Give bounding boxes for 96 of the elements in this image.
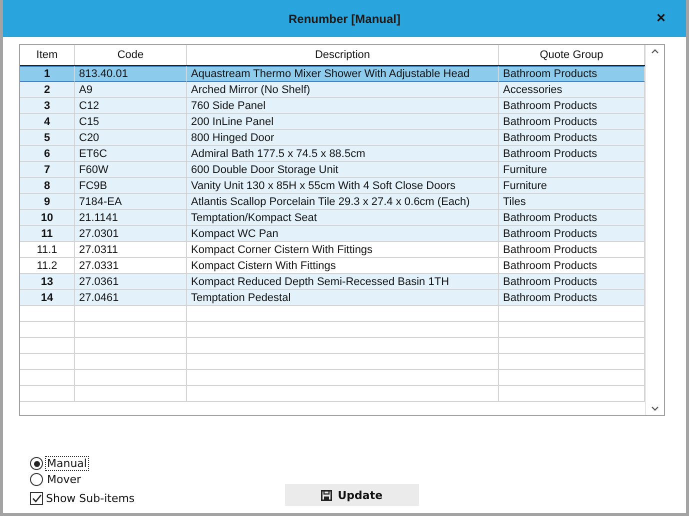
table-row[interactable]: 4 C15 200 InLine Panel Bathroom Products [20, 114, 645, 130]
table-cell: Kompact Reduced Depth Semi-Recessed Basin 1TH [187, 274, 499, 290]
table-cell: 1 [20, 66, 75, 82]
scroll-down-icon[interactable] [651, 406, 659, 411]
table-cell: 7 [20, 162, 75, 178]
table-cell: FC9B [75, 178, 187, 194]
table-row[interactable]: 6 ET6C Admiral Bath 177.5 x 74.5 x 88.5cm Bathroom Products [20, 146, 645, 162]
table-cell: 3 [20, 98, 75, 114]
table-row[interactable]: 11 27.0301 Kompact WC Pan Bathroom Products [20, 226, 645, 242]
table-cell: 7184-EA [75, 194, 187, 210]
empty-cell [20, 322, 75, 338]
update-button[interactable]: Update [284, 484, 419, 506]
checkbox[interactable] [30, 492, 43, 505]
table-cell: Kompact Corner Cistern With Fittings [187, 242, 499, 258]
table-cell: Vanity Unit 130 x 85H x 55cm With 4 Soft Close Doors [187, 178, 499, 194]
table-cell: 760 Side Panel [187, 98, 499, 114]
table-row[interactable]: 13 27.0361 Kompact Reduced Depth Semi-Recessed Basin 1TH Bathroom Products [20, 274, 645, 290]
table-cell: Bathroom Products [499, 226, 645, 242]
table-cell: 200 InLine Panel [187, 114, 499, 130]
table-cell: Admiral Bath 177.5 x 74.5 x 88.5cm [187, 146, 499, 162]
table-cell: Bathroom Products [499, 274, 645, 290]
empty-cell [20, 370, 75, 386]
table-cell: Kompact Cistern With Fittings [187, 258, 499, 274]
table-cell: Bathroom Products [499, 210, 645, 226]
table-cell: 27.0331 [75, 258, 187, 274]
table-cell: A9 [75, 82, 187, 98]
table-row[interactable]: 11.2 27.0331 Kompact Cistern With Fittings Bathroom Products [20, 258, 645, 274]
table-row[interactable]: 5 C20 800 Hinged Door Bathroom Products [20, 130, 645, 146]
table-cell: 27.0361 [75, 274, 187, 290]
table-cell: C20 [75, 130, 187, 146]
table-cell: 13 [20, 274, 75, 290]
table-cell: 10 [20, 210, 75, 226]
table-cell: 8 [20, 178, 75, 194]
table-cell: Bathroom Products [499, 290, 645, 306]
table-cell: Temptation Pedestal [187, 290, 499, 306]
table-cell: Bathroom Products [499, 66, 645, 82]
save-icon [320, 490, 332, 500]
scroll-up-icon[interactable] [651, 49, 659, 54]
table-cell: Tiles [499, 194, 645, 210]
table-row[interactable]: 11.1 27.0311 Kompact Corner Cistern With Fittings Bathroom Products [20, 242, 645, 258]
table-row[interactable]: 7 F60W 600 Double Door Storage Unit Furniture [20, 162, 645, 178]
table-row[interactable]: 1 813.40.01 Aquastream Thermo Mixer Shower With Adjustable Head Bathroom Products [20, 66, 645, 82]
table-cell: 4 [20, 114, 75, 130]
empty-cell [20, 354, 75, 370]
table-cell: Aquastream Thermo Mixer Shower With Adjustable Head [187, 66, 499, 82]
table-row[interactable]: 3 C12 760 Side Panel Bathroom Products [20, 98, 645, 114]
table-cell: Kompact WC Pan [187, 226, 499, 242]
table-cell: 6 [20, 146, 75, 162]
table-cell: C15 [75, 114, 187, 130]
table-cell: 11.1 [20, 242, 75, 258]
table-cell: Arched Mirror (No Shelf) [187, 82, 499, 98]
table-cell: 27.0461 [75, 290, 187, 306]
table-cell: Bathroom Products [499, 146, 645, 162]
table-cell: Bathroom Products [499, 258, 645, 274]
table-row[interactable]: 2 A9 Arched Mirror (No Shelf) Accessories [20, 82, 645, 98]
table-row[interactable]: 9 7184-EA Atlantis Scallop Porcelain Tile 29.3 x 27.4 x 0.6cm (Each) Tiles [20, 194, 645, 210]
table-cell: 27.0311 [75, 242, 187, 258]
empty-cell [20, 338, 75, 354]
column-header[interactable]: Item [20, 45, 75, 65]
checkbox-label[interactable]: Show Sub-items [46, 492, 135, 505]
window-title: Renumber [Manual] [288, 12, 400, 26]
table-cell: 11.2 [20, 258, 75, 274]
table-cell: Accessories [499, 82, 645, 98]
table-cell: 9 [20, 194, 75, 210]
table-cell: F60W [75, 162, 187, 178]
table-row[interactable]: 14 27.0461 Temptation Pedestal Bathroom Products [20, 290, 645, 306]
radio-label[interactable]: Mover [46, 473, 82, 486]
empty-cell [20, 386, 75, 402]
table-row[interactable]: 8 FC9B Vanity Unit 130 x 85H x 55cm With 4 Soft Close Doors Furniture [20, 178, 645, 194]
table-cell: 800 Hinged Door [187, 130, 499, 146]
table-cell: Furniture [499, 178, 645, 194]
radio-label[interactable]: Manual [46, 457, 88, 470]
table-cell: 5 [20, 130, 75, 146]
table-cell: Bathroom Products [499, 98, 645, 114]
table-cell: Bathroom Products [499, 242, 645, 258]
table-cell: Atlantis Scallop Porcelain Tile 29.3 x 27.4 x 0.6cm (Each) [187, 194, 499, 210]
table-cell: Temptation/Kompact Seat [187, 210, 499, 226]
table-cell: Bathroom Products [499, 130, 645, 146]
column-header[interactable]: Code [75, 45, 187, 65]
table-cell: Furniture [499, 162, 645, 178]
table-cell: 27.0301 [75, 226, 187, 242]
table-cell: 2 [20, 82, 75, 98]
radio-button[interactable] [30, 457, 43, 470]
table-cell: C12 [75, 98, 187, 114]
table-cell: 813.40.01 [75, 66, 187, 82]
empty-cell [20, 306, 75, 322]
table-cell: 14 [20, 290, 75, 306]
table-row[interactable]: 10 21.1141 Temptation/Kompact Seat Bathroom Products [20, 210, 645, 226]
column-header[interactable]: Description [187, 45, 499, 65]
table-cell: 21.1141 [75, 210, 187, 226]
table-cell: 600 Double Door Storage Unit [187, 162, 499, 178]
radio-button[interactable] [30, 473, 43, 486]
table-cell: ET6C [75, 146, 187, 162]
close-button[interactable]: ✕ [656, 11, 666, 25]
table-cell: 11 [20, 226, 75, 242]
table-cell: Bathroom Products [499, 114, 645, 130]
